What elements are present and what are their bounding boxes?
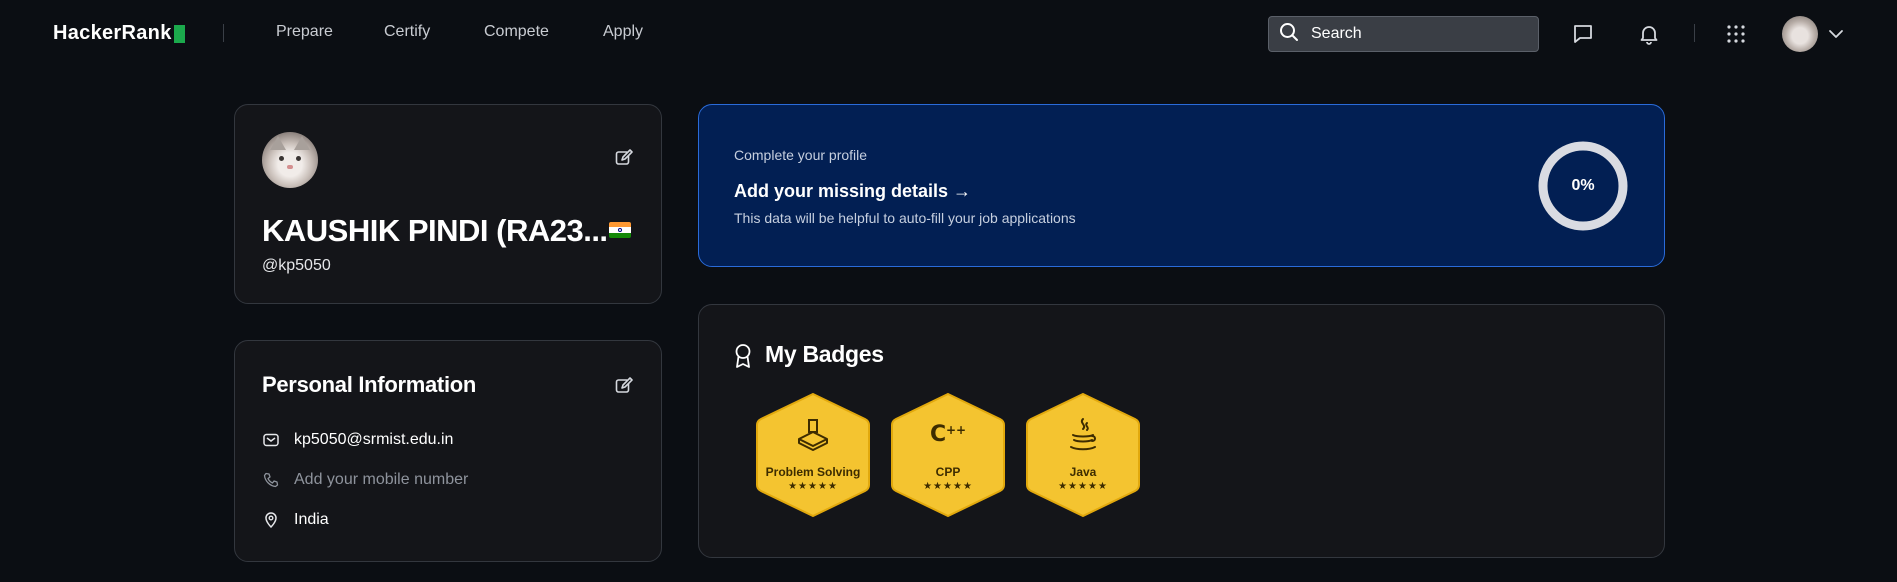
badge-label: Problem Solving [765, 465, 861, 479]
chevron-down-icon[interactable] [1828, 26, 1844, 47]
phone-icon [262, 471, 280, 489]
location-pin-icon [262, 511, 280, 529]
top-nav: HackerRank Prepare Certify Compete Apply [0, 0, 1897, 68]
hackerrank-logo[interactable]: HackerRank [53, 22, 185, 45]
personal-info-title: Personal Information [262, 372, 477, 397]
edit-personal-info-icon[interactable] [615, 377, 633, 395]
messages-icon[interactable] [1570, 21, 1596, 47]
search-icon [1279, 22, 1299, 47]
badge-cpp[interactable]: C ++ CPP ★★★★★ [890, 391, 1006, 519]
nav-link-certify[interactable]: Certify [384, 23, 430, 41]
profile-progress-label: 0% [1571, 177, 1595, 194]
problem-solving-icon [755, 417, 871, 451]
profile-card: KAUSHIK PINDI (RA23... @kp5050 [234, 104, 662, 304]
svg-text:++: ++ [946, 423, 966, 437]
badge-problem-solving[interactable]: Problem Solving ★★★★★ [755, 391, 871, 519]
nav-divider [223, 24, 224, 42]
info-email-row: kp5050@srmist.edu.in [262, 431, 453, 449]
badge-stars: ★★★★★ [1058, 481, 1108, 492]
apps-grid-icon[interactable] [1723, 21, 1749, 47]
cpp-icon: C ++ [890, 417, 1006, 451]
award-ribbon-icon [733, 343, 753, 374]
badge-java[interactable]: Java ★★★★★ [1025, 391, 1141, 519]
india-flag-icon [609, 222, 631, 238]
brand-name: HackerRank [53, 22, 172, 44]
badge-stars: ★★★★★ [788, 481, 838, 492]
brand-mark [173, 24, 185, 43]
info-location-row: India [262, 511, 329, 529]
complete-profile-card[interactable]: Complete your profile Add your missing d… [698, 104, 1665, 267]
info-email: kp5050@srmist.edu.in [294, 431, 454, 448]
badge-stars: ★★★★★ [923, 481, 973, 492]
nav-divider [1694, 24, 1695, 42]
notifications-icon[interactable] [1636, 21, 1662, 47]
nav-link-prepare[interactable]: Prepare [276, 23, 333, 41]
info-mobile-row[interactable]: Add your mobile number [262, 471, 468, 489]
badge-label: Java [1069, 465, 1097, 479]
search-input[interactable] [1311, 25, 1511, 43]
badges-card: My Badges Problem Solving ★★★★★ C ++ CPP … [698, 304, 1665, 558]
badge-label: CPP [935, 465, 961, 479]
java-icon [1025, 417, 1141, 453]
edit-profile-icon[interactable] [615, 149, 633, 167]
profile-handle: @kp5050 [262, 257, 331, 274]
profile-name: KAUSHIK PINDI (RA23... [262, 213, 608, 248]
complete-profile-description: This data will be helpful to auto-fill y… [734, 210, 1076, 226]
profile-avatar [262, 132, 318, 188]
svg-text:C: C [930, 422, 946, 447]
info-location: India [294, 511, 329, 528]
add-missing-details-link[interactable]: Add your missing details → [734, 181, 971, 202]
badges-title: My Badges [765, 341, 884, 367]
mail-icon [262, 431, 280, 449]
nav-link-apply[interactable]: Apply [603, 23, 643, 41]
user-avatar[interactable] [1782, 16, 1818, 52]
search-box[interactable] [1268, 16, 1539, 52]
add-mobile-number-link[interactable]: Add your mobile number [294, 471, 468, 489]
complete-profile-kicker: Complete your profile [734, 147, 868, 163]
nav-link-compete[interactable]: Compete [484, 23, 549, 41]
personal-info-card: Personal Information kp5050@srmist.edu.i… [234, 340, 662, 562]
